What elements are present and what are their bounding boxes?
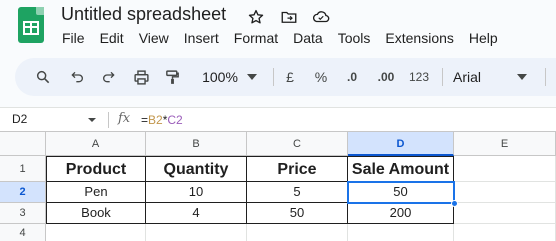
table-header-cell[interactable]: Product (46, 156, 146, 182)
redo-icon[interactable] (99, 58, 119, 96)
empty-cell[interactable] (348, 224, 454, 241)
empty-cell[interactable] (146, 224, 247, 241)
column-header-e[interactable]: E (454, 132, 556, 156)
decrease-decimal-button[interactable]: .0 (341, 58, 363, 96)
formula-input[interactable]: =B2*C2 (141, 113, 183, 127)
menu-view[interactable]: View (139, 30, 169, 46)
zoom-select[interactable]: 100% (195, 58, 245, 96)
table-header-cell[interactable]: Quantity (146, 156, 247, 182)
name-box-dropdown-icon[interactable] (88, 118, 96, 122)
formula-divider (108, 112, 109, 128)
increase-decimal-button[interactable]: .00 (372, 58, 400, 96)
menu-data[interactable]: Data (293, 30, 323, 46)
paint-format-icon[interactable] (162, 58, 182, 96)
row-header-1[interactable]: 1 (0, 156, 46, 182)
column-header-b[interactable]: B (146, 132, 247, 156)
formula-ref-2: C2 (167, 113, 183, 127)
toolbar-divider (273, 68, 274, 86)
function-icon: fx (118, 111, 131, 126)
table-cell[interactable]: 5 (247, 182, 348, 203)
move-to-folder-icon[interactable] (280, 8, 298, 26)
empty-cell[interactable] (454, 156, 556, 182)
menu-insert[interactable]: Insert (184, 30, 219, 46)
document-title[interactable]: Untitled spreadsheet (61, 4, 226, 25)
toolbar-divider (442, 68, 443, 86)
toolbar-divider (545, 68, 546, 86)
table-cell[interactable]: 4 (146, 203, 247, 224)
menu-file[interactable]: File (62, 30, 85, 46)
percent-format-button[interactable]: % (312, 58, 330, 96)
table-cell[interactable]: Book (46, 203, 146, 224)
empty-cell[interactable] (46, 224, 146, 241)
undo-icon[interactable] (67, 58, 87, 96)
menu-format[interactable]: Format (234, 30, 278, 46)
menu-edit[interactable]: Edit (100, 30, 124, 46)
row-header-4[interactable]: 4 (0, 224, 46, 241)
zoom-dropdown-icon[interactable] (245, 58, 259, 96)
column-header-d[interactable]: D (348, 132, 454, 156)
select-all-corner[interactable] (0, 132, 46, 156)
star-icon[interactable] (247, 8, 265, 26)
table-cell[interactable]: Pen (46, 182, 146, 203)
column-header-a[interactable]: A (46, 132, 146, 156)
name-box[interactable]: D2 (12, 112, 27, 126)
selected-cell[interactable]: 50 (348, 182, 454, 203)
fill-handle[interactable] (451, 200, 458, 207)
font-select[interactable]: Arial (453, 58, 487, 96)
title-bar: Untitled spreadsheet File Edit View Inse… (0, 0, 556, 56)
formula-bar: D2 fx =B2*C2 (0, 107, 556, 131)
menu-bar: File Edit View Insert Format Data Tools … (62, 30, 513, 46)
table-cell[interactable]: 10 (146, 182, 247, 203)
table-header-cell[interactable]: Sale Amount (348, 156, 454, 182)
row-header-2[interactable]: 2 (0, 182, 46, 203)
table-cell[interactable]: 200 (348, 203, 454, 224)
toolbar: 100% £ % .0 .00 123 Arial (15, 58, 556, 96)
empty-cell[interactable] (454, 182, 556, 203)
more-formats-button[interactable]: 123 (407, 58, 431, 96)
cloud-status-icon[interactable] (311, 8, 330, 26)
empty-cell[interactable] (454, 224, 556, 241)
menu-tools[interactable]: Tools (338, 30, 371, 46)
print-icon[interactable] (131, 58, 151, 96)
sheet-grid: A B C D E 1 2 3 4 Product Quantity Price… (0, 131, 556, 241)
sheets-logo-icon[interactable] (18, 7, 44, 43)
table-cell[interactable]: 50 (247, 203, 348, 224)
empty-cell[interactable] (454, 203, 556, 224)
menu-help[interactable]: Help (469, 30, 498, 46)
currency-format-button[interactable]: £ (281, 58, 299, 96)
font-dropdown-icon[interactable] (515, 58, 529, 96)
column-header-c[interactable]: C (247, 132, 348, 156)
menu-extensions[interactable]: Extensions (385, 30, 453, 46)
formula-prefix: = (141, 113, 149, 127)
table-header-cell[interactable]: Price (247, 156, 348, 182)
search-icon[interactable] (33, 58, 53, 96)
formula-ref-1: B2 (148, 113, 163, 127)
empty-cell[interactable] (247, 224, 348, 241)
row-header-3[interactable]: 3 (0, 203, 46, 224)
